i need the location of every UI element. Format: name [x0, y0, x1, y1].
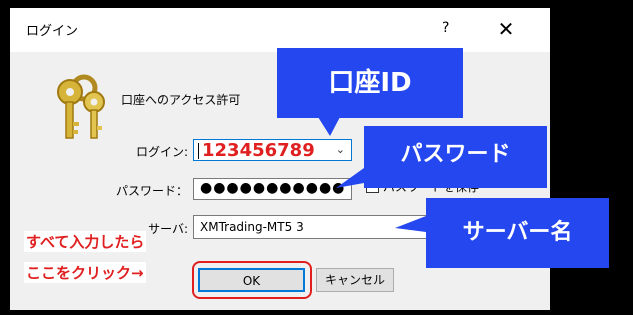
callout-sv-pointer	[395, 216, 426, 232]
instruction-line2: ここをクリック→	[24, 262, 146, 283]
callout-password: パスワード	[364, 126, 547, 188]
callout-pw-pointer	[336, 168, 364, 188]
callout-account-id: 口座ID	[277, 48, 463, 118]
callout-server-name: サーバー名	[426, 198, 609, 268]
callout-id-pointer	[318, 117, 340, 136]
instruction-line1: すべて入力したら	[24, 231, 147, 252]
